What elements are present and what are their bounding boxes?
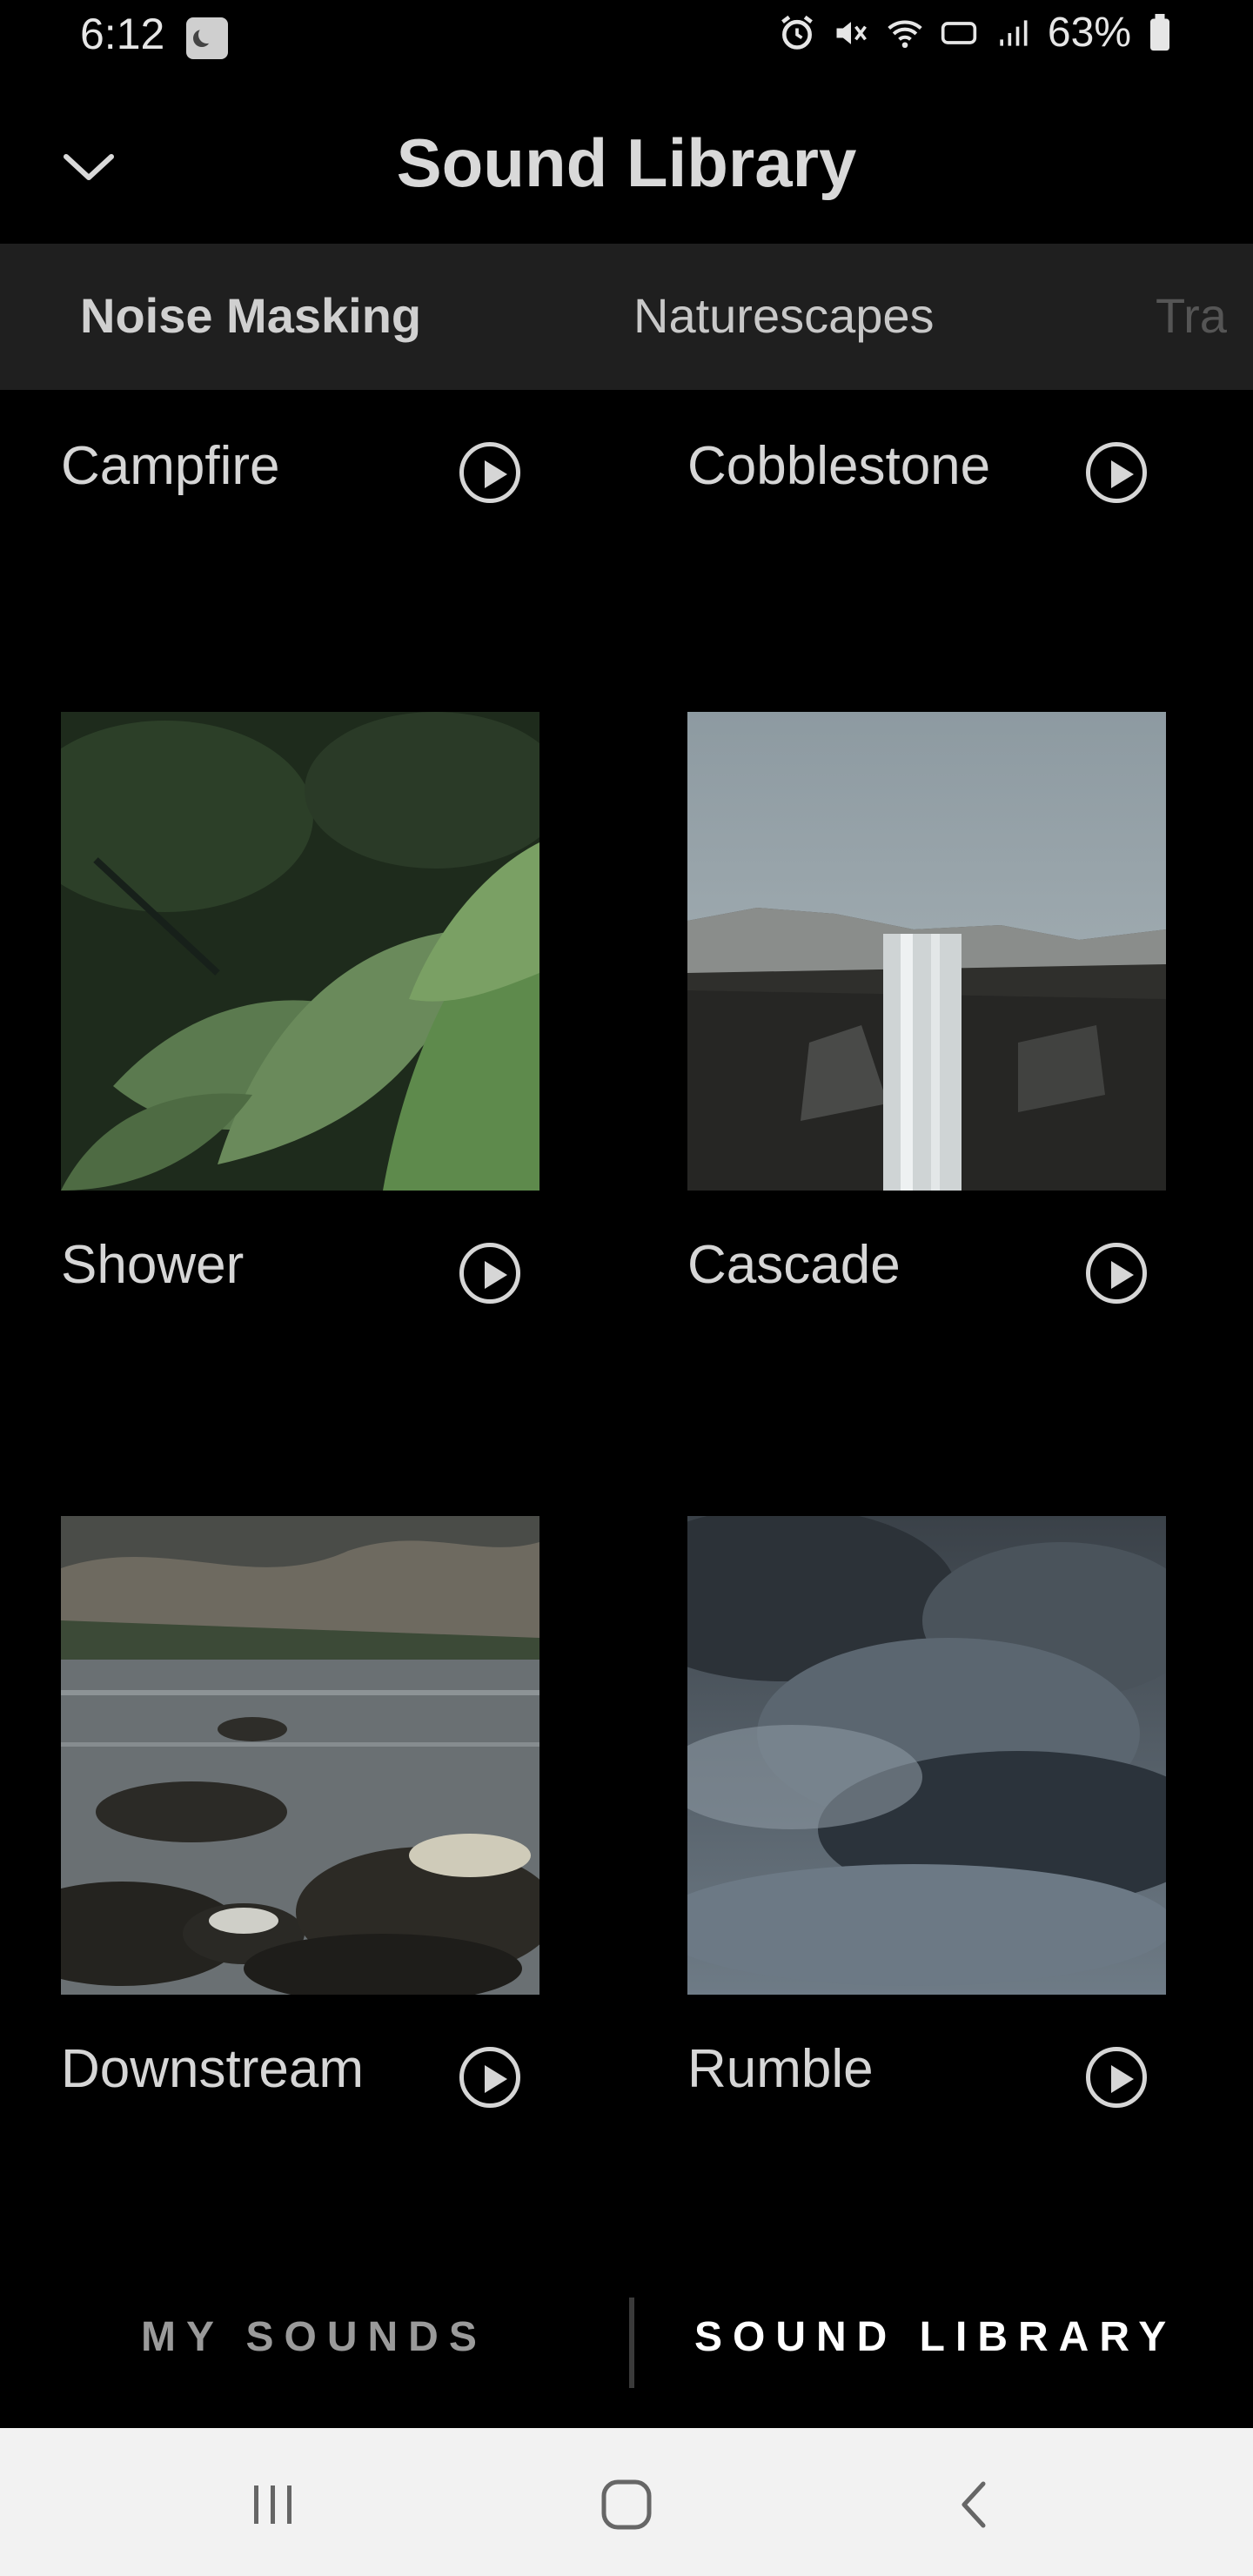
my-sounds-button[interactable]: MY SOUNDS xyxy=(141,2313,487,2361)
status-time: 6:12 xyxy=(80,10,165,58)
signal-icon xyxy=(1000,19,1028,46)
play-icon[interactable] xyxy=(459,2047,520,2108)
home-icon[interactable] xyxy=(600,2479,653,2531)
sound-card-campfire[interactable]: Campfire xyxy=(61,390,539,529)
sound-name: Cobblestone xyxy=(687,436,991,496)
tab-noise-masking[interactable]: Noise Masking xyxy=(80,287,421,344)
tab-naturescapes[interactable]: Naturescapes xyxy=(633,287,935,344)
sound-card-cobblestone[interactable]: Cobblestone xyxy=(687,390,1166,529)
play-icon[interactable] xyxy=(1086,442,1147,503)
sound-name: Rumble xyxy=(687,2039,874,2099)
page-title: Sound Library xyxy=(396,124,857,201)
tab-partial[interactable]: Tra xyxy=(1156,287,1227,344)
mute-icon xyxy=(836,21,867,44)
play-icon[interactable] xyxy=(459,442,520,503)
nav-divider xyxy=(629,2298,634,2388)
volte-icon xyxy=(941,21,977,44)
sound-card-shower[interactable]: Shower xyxy=(61,712,539,1338)
downstream-thumbnail[interactable] xyxy=(61,1516,539,1995)
sound-card-cascade[interactable]: Cascade xyxy=(687,712,1166,1338)
recent-apps-icon[interactable] xyxy=(249,2480,298,2529)
status-icons: 63% xyxy=(778,9,1173,57)
wifi-icon xyxy=(888,19,922,48)
bottom-nav: MY SOUNDS SOUND LIBRARY xyxy=(0,2263,1253,2428)
status-bar: 6:12 63% xyxy=(0,0,1253,78)
battery-percent: 63% xyxy=(1047,10,1131,56)
header: Sound Library xyxy=(0,78,1253,244)
do-not-disturb-icon xyxy=(186,17,228,59)
category-tabs: Noise Masking Naturescapes Tra xyxy=(0,244,1253,390)
sound-name: Campfire xyxy=(61,436,280,496)
back-icon[interactable] xyxy=(954,2479,997,2531)
sound-library-button[interactable]: SOUND LIBRARY xyxy=(694,2313,1176,2361)
shower-thumbnail[interactable] xyxy=(61,712,539,1191)
sound-name: Shower xyxy=(61,1235,245,1295)
system-nav-bar xyxy=(0,2428,1253,2576)
sound-name: Downstream xyxy=(61,2039,364,2099)
battery-icon xyxy=(1150,13,1169,50)
play-icon[interactable] xyxy=(459,1243,520,1304)
sound-card-rumble[interactable]: Rumble xyxy=(687,1516,1166,2143)
play-icon[interactable] xyxy=(1086,2047,1147,2108)
sound-card-downstream[interactable]: Downstream xyxy=(61,1516,539,2143)
alarm-icon xyxy=(781,15,813,50)
cascade-thumbnail[interactable] xyxy=(687,712,1166,1191)
rumble-thumbnail[interactable] xyxy=(687,1516,1166,1995)
sound-name: Cascade xyxy=(687,1235,901,1295)
play-icon[interactable] xyxy=(1086,1243,1147,1304)
